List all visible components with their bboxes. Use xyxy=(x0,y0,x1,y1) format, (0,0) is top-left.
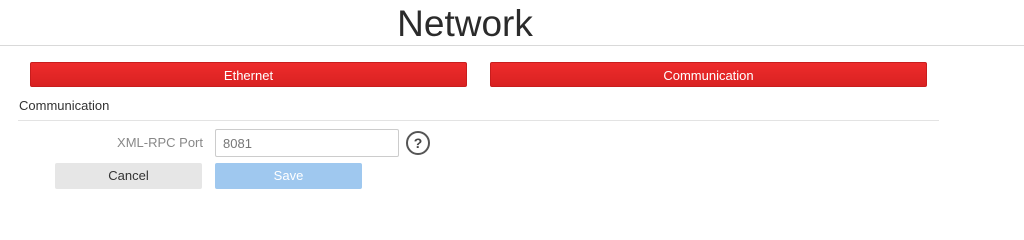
save-button[interactable]: Save xyxy=(215,163,362,189)
tab-communication[interactable]: Communication xyxy=(490,62,927,87)
tab-ethernet[interactable]: Ethernet xyxy=(30,62,467,87)
title-divider xyxy=(0,45,1024,46)
xmlrpc-port-label: XML-RPC Port xyxy=(117,135,203,150)
xmlrpc-port-input[interactable] xyxy=(215,129,399,157)
section-divider xyxy=(18,120,939,121)
section-heading: Communication xyxy=(19,98,110,113)
help-circle-icon[interactable]: ? xyxy=(406,131,430,155)
page-title: Network xyxy=(397,3,533,44)
cancel-button[interactable]: Cancel xyxy=(55,163,202,189)
network-page: Network Ethernet Communication Communica… xyxy=(0,0,1024,215)
